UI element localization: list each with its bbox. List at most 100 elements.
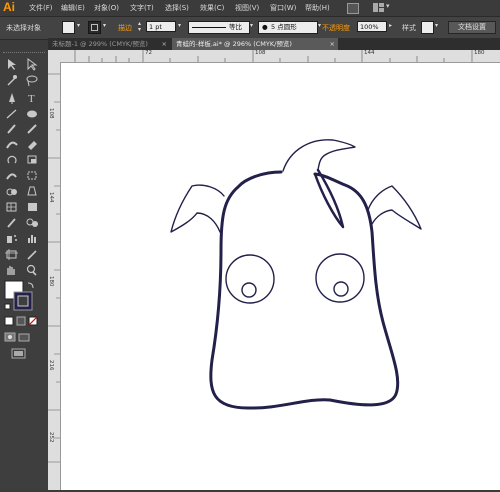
menu-bar: Ai 文件(F) 编辑(E) 对象(O) 文字(T) 选择(S) 效果(C) 视… [0,0,500,16]
ruler-label: 180 [474,50,485,56]
frog-artwork[interactable] [61,63,500,490]
frog-right-ear[interactable] [367,185,422,230]
chevron-down-icon[interactable]: ▾ [386,2,390,10]
document-setup-button[interactable]: 文档设置 [448,21,496,34]
chevron-down-icon[interactable]: ▾ [435,22,438,29]
chevron-down-icon[interactable]: ▾ [250,22,253,29]
menu-help[interactable]: 帮助(H) [305,3,330,13]
ruler-label: 180 [48,276,54,287]
arrange-documents-icon[interactable] [373,3,385,12]
mesh-icon[interactable] [6,202,17,212]
pen-tool-icon[interactable] [9,93,15,104]
chevron-down-icon[interactable]: ▾ [178,22,181,29]
frog-left-eye[interactable] [225,254,275,304]
ruler-label: 144 [48,192,54,203]
frog-right-pupil[interactable] [333,281,349,297]
horizontal-ruler[interactable]: 72 108 144 180 [48,50,500,63]
tool-icons: T [4,58,38,359]
blend-icon[interactable] [26,218,38,227]
menu-window[interactable]: 窗口(W) [270,3,296,13]
line-tool-icon[interactable] [6,109,17,119]
style-label: 样式 [402,24,416,32]
fill-swatch[interactable] [62,21,75,34]
frog-right-eye[interactable] [315,253,365,303]
brush-definition[interactable]: ● 5 点圆形 [258,21,318,34]
type-tool-icon[interactable]: T [28,93,35,105]
variable-width-profile[interactable]: 等比 [188,21,250,34]
eraser-icon[interactable] [28,141,37,150]
warp-icon[interactable] [6,173,17,180]
rotate-icon[interactable] [7,155,17,164]
gradient-icon[interactable] [28,203,37,211]
paintbrush-icon[interactable] [7,124,16,134]
stroke-swatch[interactable] [88,21,101,34]
style-swatch[interactable] [421,21,434,34]
stroke-weight-field[interactable]: 1 pt [146,21,176,32]
ruler-label: 108 [255,50,266,56]
chevron-down-icon[interactable]: ▾ [77,22,80,29]
menu-type[interactable]: 文字(T) [130,3,154,13]
menu-view[interactable]: 视图(V) [235,3,259,13]
document-tab-bar: 未标题-1 @ 299% (CMYK/预览) × 青蛙的-样板.ai* @ 29… [48,38,500,50]
bridge-icon[interactable] [347,3,359,14]
scale-icon[interactable] [27,155,37,164]
symbol-sprayer-icon[interactable] [7,235,17,243]
ruler-label: 216 [48,360,54,371]
color-modes[interactable] [4,316,38,326]
selection-status: 未选择对象 [6,24,41,32]
menu-file[interactable]: 文件(F) [29,3,53,13]
menu-select[interactable]: 选择(S) [165,3,189,13]
lasso-icon[interactable] [26,75,38,87]
chevron-down-icon[interactable]: ▾ [103,22,106,29]
pencil-icon[interactable] [27,124,37,134]
svg-text:T: T [28,93,35,105]
close-icon[interactable]: × [330,38,335,50]
tab-label: 青蛙的-样板.ai* @ 296% (CMYK/预览) [176,40,292,48]
screen-mode-icon[interactable] [11,348,26,359]
tab-untitled[interactable]: 未标题-1 @ 299% (CMYK/预览) × [48,38,170,50]
menu-effect[interactable]: 效果(C) [200,3,224,13]
shape-builder-icon[interactable] [6,188,17,196]
stroke-stepper[interactable]: ▴ ▾ [138,21,141,33]
ruler-label: 72 [145,50,152,56]
ruler-label: 108 [48,108,54,119]
chevron-down-icon[interactable]: ▾ [318,22,321,29]
app-logo: Ai [3,0,15,14]
free-transform-icon[interactable] [27,171,37,180]
tools-panel: T [0,50,49,490]
artboard-icon[interactable] [5,249,18,260]
column-graph-icon[interactable] [28,235,36,243]
close-icon[interactable]: × [162,38,167,50]
opacity-label[interactable]: 不透明度 [322,23,350,33]
artboard-canvas[interactable] [61,63,500,490]
hand-icon[interactable] [7,266,15,275]
tab-frog-template[interactable]: 青蛙的-样板.ai* @ 296% (CMYK/预览) × [172,38,338,50]
ruler-label: 144 [364,50,375,56]
frog-left-ear[interactable] [170,184,225,233]
frog-left-pupil[interactable] [241,282,257,298]
stroke-label[interactable]: 描边 [118,23,132,33]
profile-label: 等比 [229,23,242,31]
slice-icon[interactable] [27,250,37,260]
magic-wand-icon[interactable] [7,75,17,86]
frog-tuft-top[interactable] [282,139,356,172]
draw-modes[interactable] [4,332,30,342]
ruler-label: 252 [48,432,54,443]
chevron-down-icon[interactable]: ▸ [389,22,392,29]
menu-object[interactable]: 对象(O) [94,3,119,13]
selection-tool-icon[interactable] [8,59,16,70]
fill-stroke-widget[interactable] [4,280,34,311]
control-bar: 未选择对象 ▾ ▾ 描边 ▴ ▾ 1 pt ▾ 等比 ▾ ● 5 点圆形 ▾ 不透… [0,16,500,40]
eyedropper-icon[interactable] [7,218,16,228]
vertical-ruler[interactable]: 108 144 180 216 252 [48,62,61,490]
ellipse-tool-icon[interactable] [27,110,37,118]
opacity-field[interactable]: 100% [357,21,387,32]
tab-label: 未标题-1 @ 299% (CMYK/预览) [52,40,148,48]
brush-label: 5 点圆形 [271,23,297,31]
perspective-icon[interactable] [27,186,37,196]
blob-brush-icon[interactable] [6,141,18,149]
direct-selection-tool-icon[interactable] [27,58,38,71]
menu-edit[interactable]: 编辑(E) [61,3,85,13]
brush-dot-icon: ● [262,23,268,31]
zoom-icon[interactable] [26,264,37,276]
